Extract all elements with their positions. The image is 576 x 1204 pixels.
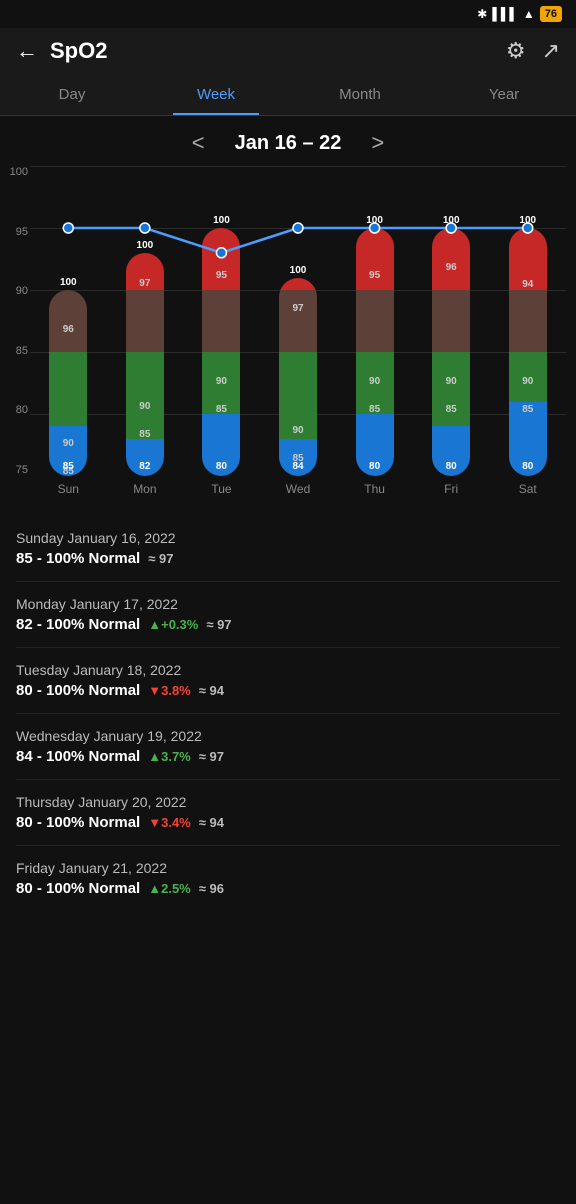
x-axis-label: Sun [30,482,107,496]
daily-change: ▼3.8% [148,683,191,698]
bars-row: 1009690858510097908582100959085801009790… [30,166,566,476]
bar-col-sun: 10096908585 [30,277,107,476]
bar-col-fri: 10096908580 [413,215,490,476]
bluetooth-icon: ✱ [477,7,487,21]
wifi-icon: ▲ [523,7,535,21]
bar-col-thu: 10095908580 [336,215,413,476]
battery-indicator: 76 [540,6,562,22]
daily-change: ▲+0.3% [148,617,198,632]
bar-top-label: 100 [443,215,460,226]
bar-col-sat: 10094908580 [489,215,566,476]
daily-range: 80 - 100% Normal [16,880,140,897]
daily-range: 82 - 100% Normal [16,616,140,633]
daily-date: Friday January 21, 2022 [16,860,560,876]
daily-stats: 82 - 100% Normal ▲+0.3% ≈ 97 [16,616,560,633]
x-axis: SunMonTueWedThuFriSat [30,478,576,496]
daily-entry: Friday January 21, 2022 80 - 100% Normal ▲… [16,846,560,911]
daily-stats: 80 - 100% Normal ▼3.4% ≈ 94 [16,814,560,831]
bar-capsule [356,228,394,476]
bar-capsule [509,228,547,476]
tab-year[interactable]: Year [432,74,576,115]
daily-avg: ≈ 94 [199,815,224,830]
daily-date: Wednesday January 19, 2022 [16,728,560,744]
daily-entry: Monday January 17, 2022 82 - 100% Normal ▲… [16,582,560,648]
daily-avg: ≈ 97 [199,749,224,764]
y-axis: 100 95 90 85 80 75 [2,166,28,476]
daily-range: 85 - 100% Normal [16,550,140,567]
daily-avg: ≈ 96 [199,881,224,896]
daily-stats: 80 - 100% Normal ▼3.8% ≈ 94 [16,682,560,699]
x-axis-label: Sat [489,482,566,496]
daily-stats: 85 - 100% Normal ≈ 97 [16,550,560,567]
daily-entry: Thursday January 20, 2022 80 - 100% Norma… [16,780,560,846]
chart-range-title: Jan 16 – 22 [235,132,342,155]
status-bar: ✱ ▌▌▌ ▲ 76 [0,0,576,28]
daily-date: Monday January 17, 2022 [16,596,560,612]
daily-change: ▲2.5% [148,881,191,896]
daily-entry: Tuesday January 18, 2022 80 - 100% Normal… [16,648,560,714]
bar-top-label: 100 [290,265,307,276]
bar-col-tue: 10095908580 [183,215,260,476]
daily-range: 84 - 100% Normal [16,748,140,765]
app-header: ← SpO2 ⚙ ↗ [0,28,576,74]
header-actions: ⚙ ↗ [506,38,560,64]
daily-range: 80 - 100% Normal [16,682,140,699]
tab-month[interactable]: Month [288,74,432,115]
tab-day[interactable]: Day [0,74,144,115]
settings-button[interactable]: ⚙ [506,38,526,64]
bar-capsule [202,228,240,476]
tab-week[interactable]: Week [144,74,288,115]
daily-avg: ≈ 94 [199,683,224,698]
daily-entry: Wednesday January 19, 2022 84 - 100% Norm… [16,714,560,780]
x-axis-label: Fri [413,482,490,496]
daily-date: Tuesday January 18, 2022 [16,662,560,678]
daily-range: 80 - 100% Normal [16,814,140,831]
chart-next-button[interactable]: > [361,130,394,156]
daily-stats: 80 - 100% Normal ▲2.5% ≈ 96 [16,880,560,897]
daily-date: Thursday January 20, 2022 [16,794,560,810]
x-axis-label: Thu [336,482,413,496]
chart-nav: < Jan 16 – 22 > [0,126,576,166]
daily-list: Sunday January 16, 2022 85 - 100% Normal ≈… [0,506,576,931]
chart-area: 100 95 90 85 80 75 100969085851009790858… [30,166,576,506]
bar-top-label: 100 [137,240,154,251]
daily-entry: Sunday January 16, 2022 85 - 100% Normal ≈… [16,516,560,582]
daily-date: Sunday January 16, 2022 [16,530,560,546]
bar-capsule [126,253,164,476]
x-axis-label: Mon [107,482,184,496]
daily-change: ▲3.7% [148,749,191,764]
status-icons: ✱ ▌▌▌ ▲ 76 [477,6,562,22]
x-axis-label: Tue [183,482,260,496]
daily-stats: 84 - 100% Normal ▲3.7% ≈ 97 [16,748,560,765]
daily-avg: ≈ 97 [148,551,173,566]
bar-capsule [49,290,87,476]
page-title: SpO2 [50,38,494,64]
bar-top-label: 100 [60,277,77,288]
bar-capsule [279,278,317,476]
signal-icon: ▌▌▌ [492,7,518,21]
bar-top-label: 100 [213,215,230,226]
bar-top-label: 100 [366,215,383,226]
x-axis-label: Wed [260,482,337,496]
bar-top-label: 100 [519,215,536,226]
bar-capsule [432,228,470,476]
tab-bar: Day Week Month Year [0,74,576,116]
chart-inner: 1009690858510097908582100959085801009790… [30,166,566,476]
share-button[interactable]: ↗ [542,38,560,64]
back-button[interactable]: ← [16,38,38,64]
chart-prev-button[interactable]: < [182,130,215,156]
chart-section: < Jan 16 – 22 > 100 95 90 85 80 75 [0,116,576,506]
bar-col-mon: 10097908582 [107,240,184,476]
daily-avg: ≈ 97 [206,617,231,632]
daily-change: ▼3.4% [148,815,191,830]
bar-col-wed: 10097908584 [260,265,337,476]
